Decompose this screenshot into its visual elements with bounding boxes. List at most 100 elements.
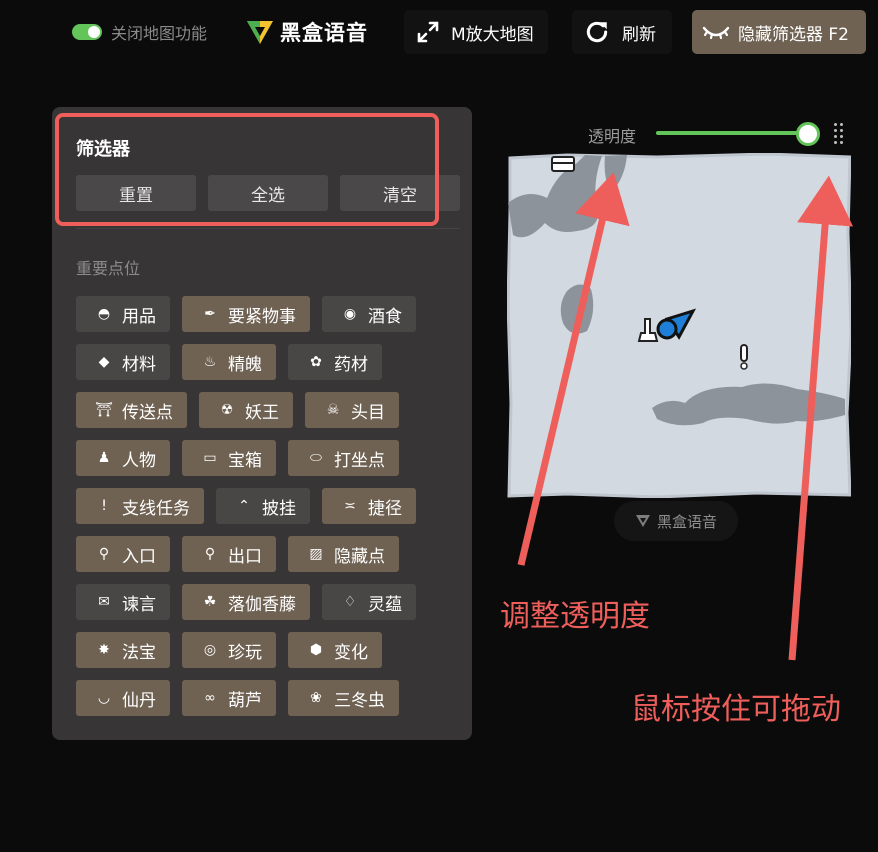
filter-tag[interactable]: ♨ 精魄	[182, 344, 276, 380]
filter-tag[interactable]: ❀ 三冬虫	[288, 680, 399, 716]
filter-tag-label: 法宝	[122, 642, 156, 663]
filter-row: ♟ 人物 ▭ 宝箱 ⬭ 打坐点	[76, 440, 456, 476]
filter-tag-label: 酒食	[368, 306, 402, 327]
toggle-label: 关闭地图功能	[111, 24, 208, 43]
filter-tag-label: 要紧物事	[228, 306, 296, 327]
filter-grid: ◓ 用品 ✒ 要紧物事 ◉ 酒食 ◆ 材料 ♨ 精魄 ✿ 药材 ⛩ 传送点 ☢ 妖王 ☠ 头目 ♟ 人物 ▭ 宝箱 ⬭ 打坐点…	[76, 296, 456, 728]
flame-icon: ♨	[203, 354, 217, 370]
filter-tag-label: 人物	[122, 450, 156, 471]
speech-bubble-icon: ✉	[98, 594, 110, 610]
filter-tag-label: 仙丹	[122, 690, 156, 711]
filter-tag[interactable]: ▭ 宝箱	[182, 440, 276, 476]
vine-icon: ☘	[203, 594, 217, 610]
filter-tag-label: 三冬虫	[334, 690, 385, 711]
pouch-icon: ◓	[97, 306, 111, 322]
filter-tag[interactable]: ✒ 要紧物事	[182, 296, 310, 332]
filter-tag[interactable]: ◉ 酒食	[322, 296, 416, 332]
filter-tag[interactable]: ☘ 落伽香藤	[182, 584, 310, 620]
filter-tag[interactable]: ☢ 妖王	[199, 392, 293, 428]
refresh-icon	[586, 21, 608, 43]
demon-king-icon: ☢	[220, 402, 234, 418]
filter-tag[interactable]: ∞ 葫芦	[182, 680, 276, 716]
hide-filter-label: 隐藏筛选器 F2	[738, 24, 849, 45]
expand-map-label: M放大地图	[451, 24, 534, 45]
filter-tag-label: 落伽香藤	[228, 594, 296, 615]
filter-tag-label: 变化	[334, 642, 368, 663]
boss-skull-icon: ☠	[326, 402, 340, 418]
curio-icon: ◎	[203, 642, 217, 658]
exclamation-marker-icon[interactable]	[740, 344, 748, 370]
filter-tag[interactable]: ≍ 捷径	[322, 488, 416, 524]
filter-tag[interactable]: ◆ 材料	[76, 344, 170, 380]
treasure-icon: ✸	[98, 642, 110, 658]
highlight-box	[55, 113, 439, 226]
filter-tag-label: 妖王	[245, 402, 279, 423]
filter-tag-label: 材料	[122, 354, 156, 375]
filter-tag-label: 入口	[122, 546, 156, 567]
chest-icon: ▭	[203, 450, 217, 466]
cushion-icon: ⬭	[310, 450, 322, 466]
filter-tag[interactable]: ✉ 谏言	[76, 584, 170, 620]
heybox-logo-icon	[247, 21, 273, 44]
filter-row: ⚲ 入口 ⚲ 出口 ▨ 隐藏点	[76, 536, 456, 572]
entrance-pin-icon: ⚲	[98, 546, 110, 562]
herb-icon: ✿	[310, 354, 322, 370]
drag-handle-icon[interactable]	[834, 123, 844, 144]
opacity-control: 透明度	[576, 115, 850, 151]
filter-tag[interactable]: ✸ 法宝	[76, 632, 170, 668]
spirit-drop-icon: ♢	[343, 594, 357, 610]
map-watermark-text: 黑盒语音	[656, 512, 717, 531]
filter-tag-label: 宝箱	[228, 450, 262, 471]
filter-row: ! 支线任务 ⌃ 披挂 ≍ 捷径	[76, 488, 456, 524]
filter-tag-label: 隐藏点	[334, 546, 385, 567]
logo-text: 黑盒语音	[280, 21, 368, 45]
refresh-label: 刷新	[622, 24, 656, 45]
filter-tag[interactable]: ⬢ 变化	[288, 632, 382, 668]
hide-filter-button[interactable]: 隐藏筛选器 F2	[692, 10, 866, 54]
filter-tag[interactable]: ♢ 灵蕴	[322, 584, 416, 620]
filter-tag[interactable]: ✿ 药材	[288, 344, 382, 380]
armor-icon: ⌃	[238, 498, 250, 514]
filter-tag[interactable]: ☠ 头目	[305, 392, 399, 428]
filter-row: ✸ 法宝 ◎ 珍玩 ⬢ 变化	[76, 632, 456, 668]
filter-tag-label: 用品	[122, 306, 156, 327]
hidden-spot-icon: ▨	[309, 546, 323, 562]
filter-tag-label: 头目	[351, 402, 385, 423]
filter-tag[interactable]: ◓ 用品	[76, 296, 170, 332]
map-watermark: 黑盒语音	[614, 501, 738, 541]
opacity-slider-thumb[interactable]	[796, 122, 820, 146]
exclamation-icon: !	[101, 498, 107, 514]
filter-tag-label: 披挂	[262, 498, 296, 519]
food-icon: ◉	[343, 306, 357, 322]
refresh-button[interactable]: 刷新	[572, 10, 672, 54]
filter-tag-label: 支线任务	[122, 498, 190, 519]
exit-pin-icon: ⚲	[204, 546, 216, 562]
transform-icon: ⬢	[309, 642, 323, 658]
filter-tag[interactable]: ⚲ 入口	[76, 536, 170, 572]
mini-map[interactable]	[507, 153, 851, 498]
filter-tag-label: 精魄	[228, 354, 262, 375]
filter-tag[interactable]: ▨ 隐藏点	[288, 536, 399, 572]
filter-tag-label: 谏言	[122, 594, 156, 615]
worm-icon: ❀	[310, 690, 322, 706]
filter-row: ⛩ 传送点 ☢ 妖王 ☠ 头目	[76, 392, 456, 428]
heybox-logo-icon	[635, 515, 650, 527]
filter-tag-label: 打坐点	[334, 450, 385, 471]
section-title: 重要点位	[76, 259, 141, 278]
opacity-slider-track[interactable]	[656, 131, 808, 135]
map-toggle[interactable]: 关闭地图功能	[72, 20, 207, 44]
filter-tag[interactable]: ⌃ 披挂	[216, 488, 310, 524]
filter-tag[interactable]: ⚲ 出口	[182, 536, 276, 572]
filter-tag[interactable]: ◎ 珍玩	[182, 632, 276, 668]
filter-tag-label: 灵蕴	[368, 594, 402, 615]
expand-map-button[interactable]: M放大地图	[404, 10, 548, 54]
filter-tag[interactable]: ! 支线任务	[76, 488, 204, 524]
top-bar: 关闭地图功能 黑盒语音 M放大地图 刷新 隐藏筛选器 F2	[0, 0, 878, 64]
filter-row: ◓ 用品 ✒ 要紧物事 ◉ 酒食	[76, 296, 456, 332]
filter-tag[interactable]: ⛩ 传送点	[76, 392, 187, 428]
filter-tag[interactable]: ♟ 人物	[76, 440, 170, 476]
filter-tag[interactable]: ◡ 仙丹	[76, 680, 170, 716]
filter-row: ✉ 谏言 ☘ 落伽香藤 ♢ 灵蕴	[76, 584, 456, 620]
toggle-switch[interactable]	[72, 24, 102, 40]
filter-tag[interactable]: ⬭ 打坐点	[288, 440, 399, 476]
